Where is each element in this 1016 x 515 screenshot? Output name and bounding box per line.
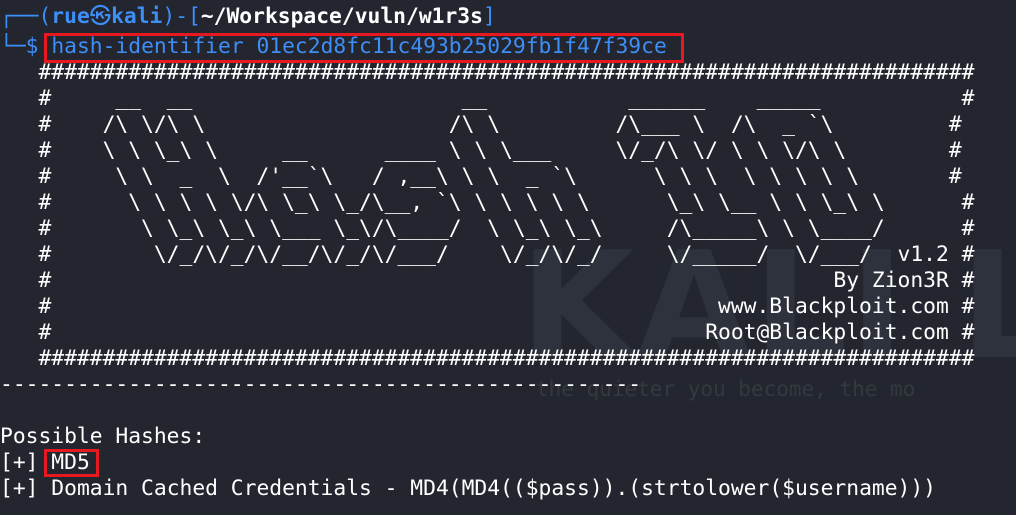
banner-line: # /\ \/\ \ /\ \ /\___ \ /\ _ `\ # (0, 112, 962, 137)
banner-line: # \ \ _ \ /'__`\ / ,__\ \ \ _ `\ \ \ \ \… (0, 164, 962, 189)
banner-line: # \ \ \ \ \/\ \_\ \_/\__, `\ \ \ \ \ \ \… (0, 190, 975, 215)
terminal-window[interactable]: KALI LI the quieter you become, the mo ┌… (0, 0, 1016, 515)
banner-line: # \ \ \_\ \ __ ____ \ \ \___ \/_/\ \/ \ … (0, 138, 962, 163)
prompt-frame-end: ] (482, 4, 496, 29)
banner-line: # By Zion3R # (0, 268, 975, 293)
banner-line: ########################################… (0, 60, 975, 85)
prompt-frame-mid: )-[ (162, 4, 201, 29)
prompt-frame-bottom: └─ (0, 34, 26, 59)
kali-skull-icon: ㉿ (89, 4, 112, 29)
banner-line: # \/_/\/_/\/__/\/_/\/___/ \/_/\/_/ \/___… (0, 242, 975, 267)
result-prefix: [+] (0, 476, 52, 501)
separator-line: ----------------------------------------… (0, 372, 642, 397)
banner-line: # __ __ __ ______ _____ # (0, 86, 975, 111)
command-highlight-box (44, 33, 684, 63)
prompt-frame-top: ┌──( (0, 4, 52, 29)
prompt-line: ┌──(rue㉿kali)-[~/Workspace/vuln/w1r3s] (0, 4, 496, 30)
prompt-path: ~/Workspace/vuln/w1r3s (200, 4, 483, 29)
prompt-dollar: $ (25, 34, 39, 59)
result-value: Domain Cached Credentials - MD4(MD4(($pa… (51, 476, 937, 501)
banner-line: ########################################… (0, 346, 975, 371)
prompt-host: kali (111, 4, 163, 29)
results-title: Possible Hashes: (0, 424, 206, 449)
md5-highlight-box (44, 449, 99, 477)
prompt-user: rue (51, 4, 90, 29)
result-row: [+] Domain Cached Credentials - MD4(MD4(… (0, 476, 936, 502)
banner-line: # Root@Blackploit.com # (0, 320, 975, 345)
banner-line: # www.Blackploit.com # (0, 294, 975, 319)
banner-line: # \ \_\ \_\ \___ \_\/\____/ \ \_\ \_\ /\… (0, 216, 975, 241)
